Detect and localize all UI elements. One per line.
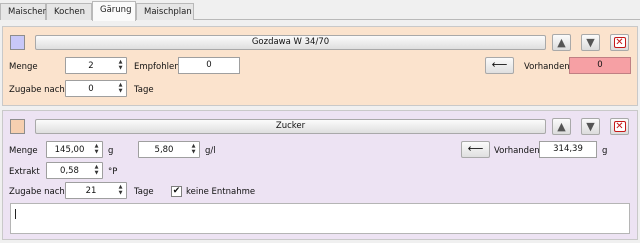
arrow-up-icon: ▲ bbox=[557, 36, 566, 49]
tab-bar: Maischen Kochen Gärung Maischplan bbox=[0, 0, 640, 21]
sugar-extrakt-spinbox[interactable]: 0,58 ▲ ▼ bbox=[46, 162, 103, 179]
checkmark-icon: ✔ bbox=[172, 186, 181, 196]
spin-arrows-icon[interactable]: ▲ ▼ bbox=[116, 82, 125, 95]
move-down-button[interactable]: ▼ bbox=[581, 118, 600, 135]
keine-entnahme-checkbox[interactable]: ✔ bbox=[171, 186, 182, 197]
move-up-button[interactable]: ▲ bbox=[552, 34, 571, 51]
apply-vorhanden-button[interactable]: ⟵ bbox=[485, 57, 514, 74]
tage-label: Tage bbox=[134, 187, 154, 197]
yeast-zugabe-spinbox[interactable]: 0 ▲ ▼ bbox=[65, 80, 127, 97]
tab-gaerung[interactable]: Gärung bbox=[92, 1, 136, 21]
empfohlen-label: Empfohlen bbox=[134, 62, 180, 72]
arrow-up-icon: ▲ bbox=[557, 120, 566, 133]
yeast-menge-value: 2 bbox=[88, 61, 94, 71]
vorhanden-label: Vorhanden bbox=[524, 62, 570, 72]
sugar-zugabe-spinbox[interactable]: 21 ▲ ▼ bbox=[65, 182, 127, 199]
apply-vorhanden-button[interactable]: ⟵ bbox=[461, 141, 490, 158]
tab-maischen[interactable]: Maischen bbox=[0, 3, 48, 20]
sugar-gl-value: 5,80 bbox=[154, 145, 174, 155]
menge-label: Menge bbox=[9, 62, 38, 72]
tage-label: Tage bbox=[134, 85, 154, 95]
sugar-name-button[interactable]: Zucker bbox=[35, 119, 546, 134]
menge-unit: g bbox=[108, 146, 114, 156]
vorhanden-unit: g bbox=[602, 146, 608, 156]
spin-arrows-icon[interactable]: ▲ ▼ bbox=[92, 164, 101, 177]
text-cursor bbox=[15, 209, 16, 219]
spin-arrows-icon[interactable]: ▲ ▼ bbox=[92, 143, 101, 156]
sugar-panel: Zucker ▲ ▼ ✕ Menge 145,00 ▲ ▼ g 5,80 ▲ ▼ g… bbox=[2, 110, 638, 240]
spin-arrows-icon[interactable]: ▲ ▼ bbox=[189, 143, 198, 156]
vorhanden-label: Vorhanden bbox=[494, 146, 540, 156]
delete-icon: ✕ bbox=[613, 37, 626, 48]
arrow-left-icon: ⟵ bbox=[491, 58, 508, 71]
delete-button[interactable]: ✕ bbox=[610, 118, 629, 135]
yeast-color-swatch[interactable] bbox=[10, 35, 25, 50]
keine-entnahme-label[interactable]: keine Entnahme bbox=[186, 186, 255, 198]
gl-unit: g/l bbox=[205, 146, 216, 156]
yeast-menge-spinbox[interactable]: 2 ▲ ▼ bbox=[65, 57, 127, 74]
sugar-color-swatch[interactable] bbox=[10, 119, 25, 134]
sugar-gl-spinbox[interactable]: 5,80 ▲ ▼ bbox=[138, 141, 200, 158]
zugabe-label: Zugabe nach bbox=[9, 187, 65, 197]
zugabe-label: Zugabe nach bbox=[9, 85, 65, 95]
sugar-menge-value: 145,00 bbox=[54, 145, 85, 155]
yeast-panel: Gozdawa W 34/70 ▲ ▼ ✕ Menge 2 ▲ ▼ Empfohl… bbox=[2, 26, 638, 106]
delete-icon: ✕ bbox=[613, 121, 626, 132]
yeast-empfohlen-field[interactable]: 0 bbox=[178, 57, 240, 74]
spin-arrows-icon[interactable]: ▲ ▼ bbox=[116, 184, 125, 197]
sugar-vorhanden-field[interactable]: 314,39 bbox=[539, 141, 597, 158]
tab-kochen[interactable]: Kochen bbox=[46, 3, 92, 20]
yeast-name-button[interactable]: Gozdawa W 34/70 bbox=[35, 35, 546, 50]
delete-button[interactable]: ✕ bbox=[610, 34, 629, 51]
spin-arrows-icon[interactable]: ▲ ▼ bbox=[116, 59, 125, 72]
arrow-down-icon: ▼ bbox=[586, 36, 595, 49]
yeast-zugabe-value: 0 bbox=[88, 84, 94, 94]
menge-label: Menge bbox=[9, 146, 38, 156]
tab-maischplan[interactable]: Maischplan bbox=[136, 3, 194, 20]
extrakt-label: Extrakt bbox=[9, 167, 40, 177]
sugar-extrakt-value: 0,58 bbox=[60, 166, 79, 176]
move-up-button[interactable]: ▲ bbox=[552, 118, 571, 135]
arrow-left-icon: ⟵ bbox=[467, 142, 484, 155]
yeast-vorhanden-field[interactable]: 0 bbox=[569, 57, 631, 74]
arrow-down-icon: ▼ bbox=[586, 120, 595, 133]
sugar-notes-textarea[interactable] bbox=[10, 203, 630, 234]
move-down-button[interactable]: ▼ bbox=[581, 34, 600, 51]
sugar-zugabe-value: 21 bbox=[85, 186, 97, 196]
extrakt-unit: °P bbox=[108, 167, 118, 177]
sugar-menge-spinbox[interactable]: 145,00 ▲ ▼ bbox=[46, 141, 103, 158]
